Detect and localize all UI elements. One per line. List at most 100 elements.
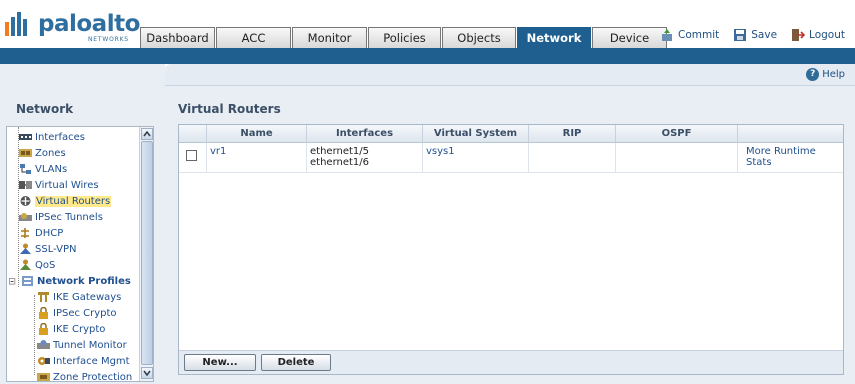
left-panel: Network Interfaces Zones VLANs Virtual W… (0, 64, 165, 384)
sidebar-item-tunnel-monitor[interactable]: Tunnel Monitor (37, 337, 127, 353)
sidebar-item-label: IKE Gateways (53, 291, 122, 303)
row-name[interactable]: vr1 (207, 143, 307, 173)
collapse-icon[interactable] (9, 275, 18, 287)
logout-icon (792, 29, 806, 41)
nav-tree: Interfaces Zones VLANs Virtual Wires Vir… (6, 126, 154, 382)
sidebar-item-interfaces[interactable]: Interfaces (19, 129, 85, 145)
row-rip (529, 143, 616, 173)
sidebar-item-ike-gateways[interactable]: IKE Gateways (37, 289, 121, 305)
sidebar-item-label: IPSec Crypto (53, 307, 117, 319)
ipsec-crypto-icon (39, 307, 48, 319)
commit-icon (662, 29, 673, 41)
sidebar-item-label: Zones (35, 147, 66, 159)
column-header-interfaces[interactable]: Interfaces (307, 125, 423, 143)
column-header-virtual-system[interactable]: Virtual System (423, 125, 529, 143)
ike-crypto-icon (39, 323, 48, 335)
column-header-select (179, 125, 207, 143)
top-links: Commit Save Logout (660, 28, 845, 42)
sidebar-item-label: Interface Mgmt (53, 355, 130, 367)
ipsec-tunnels-icon (19, 213, 32, 221)
interfaces-icon (19, 134, 32, 140)
virtual-routers-icon (20, 196, 31, 206)
tab-device[interactable]: Device (592, 27, 667, 48)
sidebar-item-label: QoS (35, 259, 56, 271)
interface-mgmt-icon (38, 357, 50, 365)
zone-protection-icon (37, 373, 50, 381)
sidebar-item-vlans[interactable]: VLANs (19, 161, 67, 177)
sidebar-item-label: SSL-VPN (35, 243, 77, 255)
logo-text: paloalto (38, 11, 140, 37)
paloalto-logo: paloalto NETWORKS (4, 8, 140, 43)
qos-icon (20, 259, 31, 270)
tab-monitor[interactable]: Monitor (292, 27, 367, 48)
sidebar-item-network-profiles[interactable]: Network Profiles (9, 273, 131, 289)
sidebar-item-label: Virtual Wires (35, 179, 99, 191)
scroll-down-button[interactable] (141, 367, 153, 379)
sidebar-item-ssl-vpn[interactable]: SSL-VPN (19, 241, 76, 257)
tab-objects[interactable]: Objects (442, 27, 516, 48)
logo-bars-icon (5, 12, 27, 36)
left-panel-title: Network (16, 102, 74, 116)
sidebar-item-label: Tunnel Monitor (53, 339, 127, 351)
scroll-thumb[interactable] (141, 141, 153, 365)
content-toolbar: ? Help (165, 64, 855, 86)
commit-link[interactable]: Commit (660, 28, 719, 42)
save-icon (734, 29, 747, 41)
tunnel-monitor-icon (37, 340, 50, 349)
sidebar-item-ipsec-crypto[interactable]: IPSec Crypto (37, 305, 117, 321)
help-icon: ? (806, 68, 820, 81)
sidebar-item-dhcp[interactable]: DHCP (19, 225, 63, 241)
sidebar-item-zones[interactable]: Zones (19, 145, 66, 161)
zones-icon (19, 149, 32, 157)
column-header-rip[interactable]: RIP (529, 125, 616, 143)
scroll-up-button[interactable] (141, 128, 153, 140)
chevron-up-icon (143, 130, 151, 137)
logout-link[interactable]: Logout (791, 28, 845, 42)
chevron-down-icon (143, 370, 151, 377)
logout-label: Logout (809, 29, 845, 41)
save-link[interactable]: Save (733, 28, 777, 42)
row-ospf (616, 143, 738, 173)
dhcp-icon (21, 228, 29, 238)
tab-dashboard[interactable]: Dashboard (140, 27, 215, 48)
sidebar-item-label: IPSec Tunnels (35, 211, 103, 223)
sidebar-item-label: IKE Crypto (53, 323, 106, 335)
sidebar-item-interface-mgmt[interactable]: Interface Mgmt (37, 353, 130, 369)
tab-network[interactable]: Network (517, 27, 591, 49)
new-button[interactable]: New... (184, 354, 256, 371)
logo-subtext: NETWORKS (88, 36, 129, 43)
main-tabs: Dashboard ACC Monitor Policies Objects N… (140, 27, 668, 49)
sidebar-item-zone-protection[interactable]: Zone Protection (37, 369, 132, 381)
row-interface-item: ethernet1/6 (310, 157, 370, 168)
tree-connector (34, 295, 35, 375)
sidebar-item-qos[interactable]: QoS (19, 257, 55, 273)
sidebar-item-ike-crypto[interactable]: IKE Crypto (37, 321, 105, 337)
tab-acc[interactable]: ACC (216, 27, 291, 48)
virtual-wires-icon (19, 181, 32, 189)
more-runtime-stats-link[interactable]: More Runtime Stats (738, 143, 843, 173)
help-link[interactable]: ? Help (806, 68, 845, 81)
virtual-routers-table: Name Interfaces Virtual System RIP OSPF … (178, 124, 844, 375)
sidebar-item-virtual-routers[interactable]: Virtual Routers (19, 193, 112, 209)
commit-label: Commit (678, 29, 720, 41)
row-virtual-system[interactable]: vsys1 (423, 143, 529, 173)
sidebar-item-ipsec-tunnels[interactable]: IPSec Tunnels (19, 209, 103, 225)
sidebar-item-label: DHCP (35, 227, 64, 239)
row-checkbox[interactable] (186, 150, 197, 161)
sidebar-item-label: Interfaces (35, 131, 85, 143)
delete-button[interactable]: Delete (261, 354, 331, 371)
row-select-cell (179, 143, 207, 173)
column-header-name[interactable]: Name (207, 125, 307, 143)
ike-gateways-icon (38, 292, 49, 302)
row-interfaces: ethernet1/5 ethernet1/6 (307, 143, 423, 173)
column-header-ospf[interactable]: OSPF (616, 125, 738, 143)
tab-policies[interactable]: Policies (368, 27, 441, 48)
nav-tree-scrollbar[interactable] (139, 127, 153, 381)
row-interface-item: ethernet1/5 (310, 146, 370, 157)
save-label: Save (751, 29, 778, 41)
table-button-bar: New... Delete (179, 350, 843, 374)
column-header-actions (738, 125, 843, 143)
sidebar-item-label: VLANs (35, 163, 68, 175)
sidebar-item-label: Network Profiles (37, 275, 131, 287)
sidebar-item-virtual-wires[interactable]: Virtual Wires (19, 177, 99, 193)
